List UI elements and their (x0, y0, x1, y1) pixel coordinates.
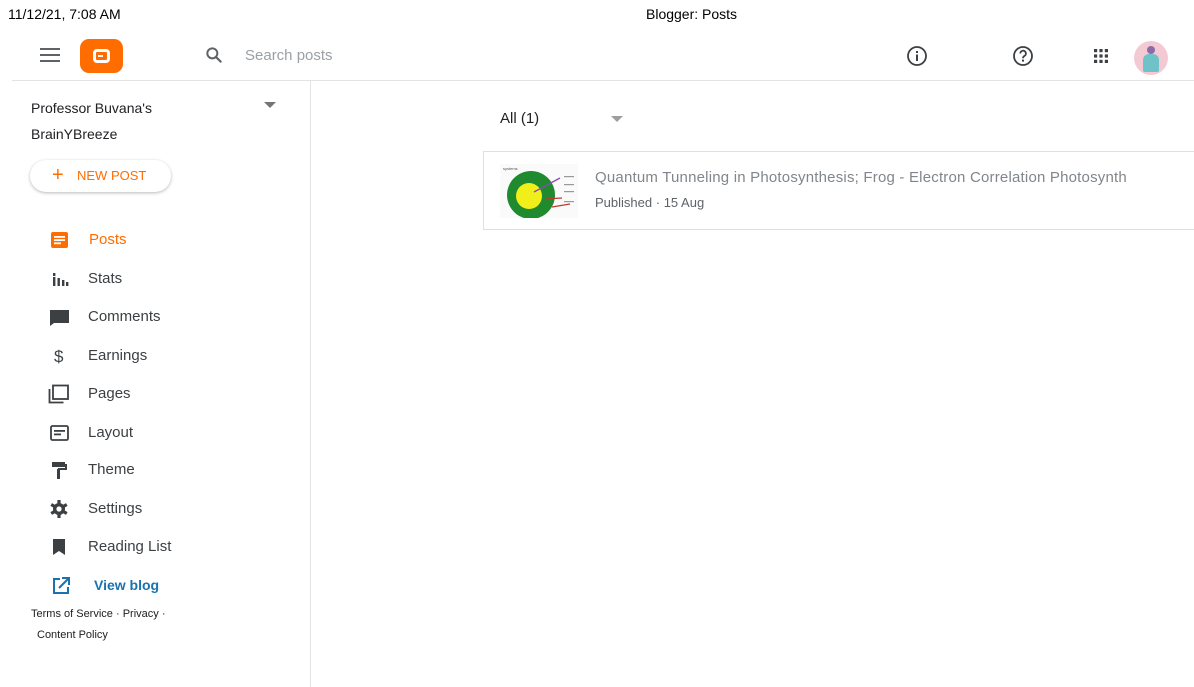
filter-dropdown-caret[interactable] (611, 116, 623, 122)
new-post-label: NEW POST (77, 168, 147, 183)
sidebar-item-earnings[interactable]: $ Earnings (0, 340, 310, 372)
post-status: Published · 15 Aug (595, 195, 704, 210)
apps-grid-icon[interactable] (1089, 44, 1113, 68)
posts-icon (51, 232, 68, 248)
sidebar-item-theme[interactable]: Theme (0, 454, 310, 486)
sidebar-item-comments[interactable]: Comments (0, 301, 310, 333)
blog-switcher-caret[interactable] (264, 102, 276, 108)
plus-icon: + (52, 164, 64, 186)
open-external-icon (53, 577, 70, 594)
stats-icon (53, 273, 69, 286)
blog-name[interactable]: Professor Buvana's BrainYBreeze (31, 95, 251, 147)
blogger-logo[interactable] (80, 39, 123, 73)
help-icon[interactable] (1011, 44, 1035, 68)
post-date: 15 Aug (663, 195, 705, 210)
terms-link[interactable]: Terms of Service (31, 608, 113, 620)
sidebar-item-label: Settings (88, 500, 143, 517)
post-thumbnail: systems (500, 164, 578, 218)
new-post-button[interactable]: + NEW POST (30, 160, 171, 192)
avatar[interactable] (1134, 41, 1168, 75)
paint-roller-icon (52, 462, 67, 479)
sidebar-item-label: Posts (89, 231, 127, 248)
sidebar-item-view-blog[interactable]: View blog (0, 570, 310, 602)
sidebar-item-label: Earnings (88, 347, 148, 364)
dollar-icon: $ (54, 347, 64, 366)
privacy-link[interactable]: Privacy (123, 608, 159, 620)
post-status-separator: · (655, 195, 661, 210)
sidebar-item-reading-list[interactable]: Reading List (0, 531, 310, 563)
content-policy-link[interactable]: Content Policy (37, 629, 108, 641)
sidebar-item-settings[interactable]: Settings (0, 493, 310, 525)
search-input[interactable] (245, 44, 545, 66)
sidebar-item-stats[interactable]: Stats (0, 263, 310, 295)
footer-separator: · (115, 608, 120, 620)
pages-icon (48, 384, 69, 404)
footer-separator: · (161, 608, 166, 620)
print-datetime: 11/12/21, 7:08 AM (8, 6, 121, 22)
gear-icon (50, 500, 68, 518)
svg-text:$: $ (54, 347, 64, 366)
post-published-label: Published (595, 195, 653, 210)
post-list-item[interactable]: systems Quantum Tunneling in Photosynthe… (483, 151, 1194, 230)
sidebar-item-label: Theme (88, 461, 135, 478)
sidebar-item-pages[interactable]: Pages (0, 378, 310, 410)
sidebar-item-label: Comments (88, 308, 161, 325)
sidebar-item-label: Reading List (88, 538, 172, 555)
post-filter-label[interactable]: All (1) (500, 110, 539, 127)
sidebar-item-layout[interactable]: Layout (0, 417, 310, 449)
sidebar-item-posts[interactable]: Posts (0, 224, 310, 256)
layout-icon (50, 425, 69, 441)
bookmark-icon (53, 539, 65, 555)
search-icon[interactable] (204, 45, 224, 65)
menu-icon[interactable] (40, 48, 60, 64)
sidebar-item-label: Pages (88, 385, 131, 402)
blog-name-line2: BrainYBreeze (31, 126, 118, 142)
post-title[interactable]: Quantum Tunneling in Photosynthesis; Fro… (595, 169, 1127, 186)
print-page-title: Blogger: Posts (646, 6, 738, 22)
blog-name-line1: Professor Buvana's (31, 100, 152, 116)
comments-icon (50, 310, 69, 326)
sidebar: Professor Buvana's BrainYBreeze + NEW PO… (0, 81, 311, 687)
sidebar-item-label: Layout (88, 424, 134, 441)
thumbnail-label: systems (503, 166, 518, 171)
sidebar-item-label: Stats (88, 270, 123, 287)
info-icon[interactable] (905, 44, 929, 68)
top-bar (12, 34, 1194, 81)
sidebar-footer: Terms of Service · Privacy · Content Pol… (31, 604, 166, 646)
sidebar-item-label: View blog (94, 577, 160, 593)
